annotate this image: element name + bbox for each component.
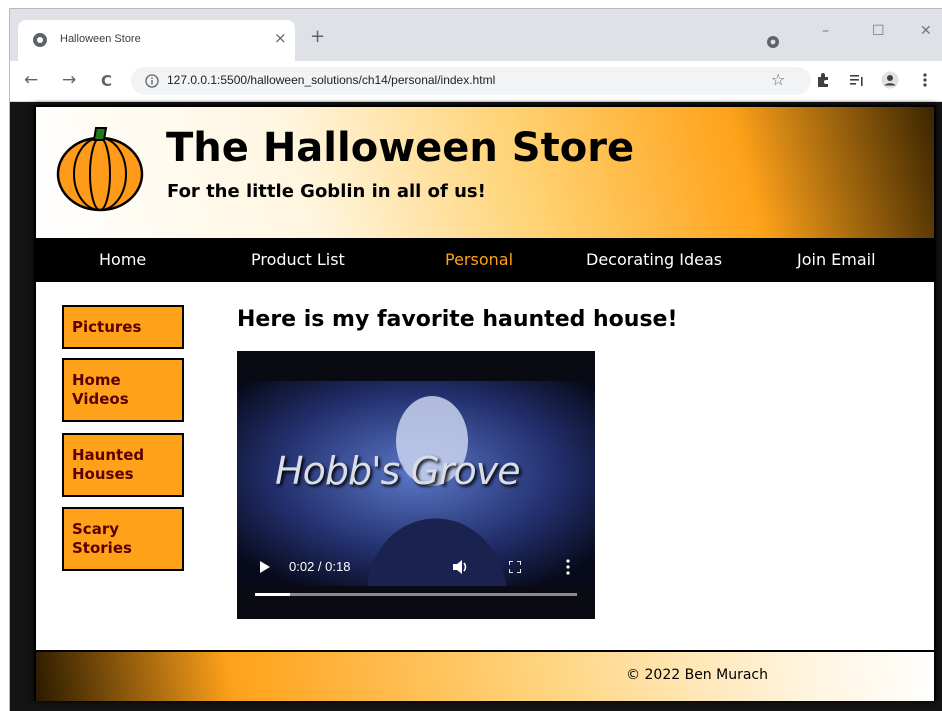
browser-window: Halloween Store × + – ☐ ✕ ← → C 127.0.0.…	[9, 8, 942, 711]
site-footer: © 2022 Ben Murach	[36, 650, 934, 701]
sidebar-label: Haunted	[72, 446, 145, 464]
video-progress-fill	[255, 593, 291, 596]
fullscreen-icon[interactable]	[509, 561, 521, 573]
forward-button[interactable]: →	[62, 70, 76, 90]
sidebar-scary-stories-button[interactable]: Scary Stories	[62, 507, 184, 571]
nav-product-list[interactable]: Product List	[251, 250, 345, 269]
info-icon[interactable]	[145, 74, 159, 88]
video-progress-bar[interactable]	[255, 593, 577, 596]
address-bar[interactable]: 127.0.0.1:5500/halloween_solutions/ch14/…	[131, 67, 811, 95]
main-nav: Home Product List Personal Decorating Id…	[36, 238, 934, 282]
site-tagline: For the little Goblin in all of us!	[167, 181, 486, 202]
play-icon[interactable]	[259, 561, 271, 573]
back-button[interactable]: ←	[24, 70, 38, 90]
nav-home[interactable]: Home	[99, 250, 146, 269]
sidebar-home-videos-button[interactable]: Home Videos	[62, 358, 184, 422]
footer-copyright: © 2022 Ben Murach	[626, 667, 768, 683]
sidebar-haunted-houses-button[interactable]: Haunted Houses	[62, 433, 184, 497]
page-container: The Halloween Store For the little Gobli…	[34, 105, 936, 701]
url-text: 127.0.0.1:5500/halloween_solutions/ch14/…	[167, 73, 496, 87]
tab-close-button[interactable]: ×	[274, 29, 287, 47]
tab-title: Halloween Store	[60, 33, 141, 45]
sidebar-pictures-button[interactable]: Pictures	[62, 305, 184, 349]
browser-tab[interactable]: Halloween Store ×	[18, 20, 295, 61]
nav-personal[interactable]: Personal	[445, 250, 513, 269]
minimize-button[interactable]: –	[822, 23, 829, 39]
nav-join-email[interactable]: Join Email	[797, 250, 876, 269]
sidebar-label: Home	[72, 371, 121, 389]
site-title: The Halloween Store	[166, 125, 635, 171]
sidebar-label: Videos	[72, 390, 129, 408]
extensions-icon[interactable]	[814, 71, 832, 89]
new-tab-button[interactable]: +	[310, 26, 325, 47]
pumpkin-logo	[56, 127, 144, 212]
nav-decorating-ideas[interactable]: Decorating Ideas	[586, 250, 722, 269]
reading-list-icon[interactable]	[848, 71, 866, 89]
volume-icon[interactable]	[453, 560, 469, 574]
main-heading: Here is my favorite haunted house!	[237, 307, 678, 332]
video-caption: Hobb's Grove	[275, 449, 521, 493]
close-window-button[interactable]: ✕	[920, 23, 932, 39]
sidebar-label: Stories	[72, 539, 132, 557]
browser-toolbar: ← → C 127.0.0.1:5500/halloween_solutions…	[10, 61, 942, 102]
sidebar-label: Houses	[72, 465, 134, 483]
tab-search-icon[interactable]	[766, 35, 780, 49]
menu-icon[interactable]	[916, 71, 934, 89]
tab-strip: Halloween Store × + – ☐ ✕	[10, 9, 942, 61]
video-player[interactable]: Hobb's Grove 0:02 / 0:18	[237, 351, 595, 619]
reload-button[interactable]: C	[101, 72, 112, 90]
more-options-icon[interactable]	[565, 559, 571, 575]
video-time: 0:02 / 0:18	[289, 559, 351, 574]
sidebar-label: Scary	[72, 520, 119, 538]
maximize-button[interactable]: ☐	[872, 23, 885, 39]
profile-icon[interactable]	[881, 71, 899, 89]
star-icon[interactable]: ☆	[771, 70, 785, 89]
page-viewport: The Halloween Store For the little Gobli…	[10, 102, 942, 711]
site-header: The Halloween Store For the little Gobli…	[36, 107, 934, 238]
sidebar-label: Pictures	[72, 318, 142, 336]
chrome-favicon	[33, 33, 47, 47]
